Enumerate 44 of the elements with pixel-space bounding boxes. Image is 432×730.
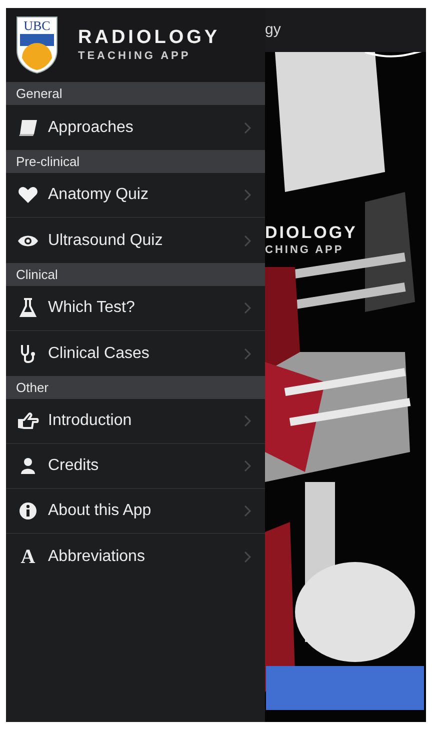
menu-item-label: Abbreviations bbox=[48, 546, 146, 566]
menu-item-label: Anatomy Quiz bbox=[48, 185, 150, 205]
section-header: Pre-clinical bbox=[6, 150, 265, 173]
nav-title: gy bbox=[265, 20, 281, 40]
menu-item-label: About this App bbox=[48, 501, 152, 521]
menu-item-label: Introduction bbox=[48, 411, 133, 431]
chevron-icon bbox=[244, 189, 251, 201]
section-header: General bbox=[6, 82, 265, 105]
menu-item[interactable]: A Abbreviations bbox=[6, 534, 265, 579]
splash-subtitle: CHING APP bbox=[265, 243, 344, 258]
menu-item[interactable]: Clinical Cases bbox=[6, 331, 265, 376]
menu-item[interactable]: About this App bbox=[6, 489, 265, 534]
menu-item[interactable]: Credits bbox=[6, 444, 265, 489]
chevron-icon bbox=[244, 348, 251, 360]
app-title: RADIOLOGY bbox=[78, 27, 220, 49]
letter-icon: A bbox=[16, 542, 40, 572]
app-subtitle: TEACHING APP bbox=[78, 49, 192, 63]
menu-item-label: Which Test? bbox=[48, 298, 136, 318]
pointing-hand-icon bbox=[16, 412, 40, 430]
menu-item[interactable]: Introduction bbox=[6, 399, 265, 444]
menu-item[interactable]: Ultrasound Quiz bbox=[6, 218, 265, 263]
menu-item-label: Clinical Cases bbox=[48, 344, 150, 364]
splash-title: DIOLOGY bbox=[265, 222, 358, 244]
chevron-icon bbox=[244, 122, 251, 134]
chevron-icon bbox=[244, 234, 251, 246]
shield-drawing bbox=[16, 16, 58, 74]
menu-item-label: Ultrasound Quiz bbox=[48, 230, 164, 250]
menu-item[interactable]: Anatomy Quiz bbox=[6, 173, 265, 218]
section-header: Clinical bbox=[6, 263, 265, 286]
chevron-icon bbox=[244, 302, 251, 314]
chevron-icon bbox=[244, 550, 251, 562]
heart-icon bbox=[16, 186, 40, 204]
logo-text: UBC bbox=[22, 18, 52, 33]
menu-item-label: Credits bbox=[48, 456, 100, 476]
chevron-icon bbox=[244, 415, 251, 427]
menu-item[interactable]: Which Test? bbox=[6, 286, 265, 331]
eye-icon bbox=[16, 234, 40, 248]
action-button[interactable] bbox=[266, 666, 424, 710]
section-header: Other bbox=[6, 376, 265, 399]
book-icon bbox=[16, 118, 40, 136]
menu-item-label: Approaches bbox=[48, 118, 134, 138]
menu-item[interactable]: Approaches bbox=[6, 105, 265, 150]
chevron-icon bbox=[244, 460, 251, 472]
chevron-icon bbox=[244, 505, 251, 517]
